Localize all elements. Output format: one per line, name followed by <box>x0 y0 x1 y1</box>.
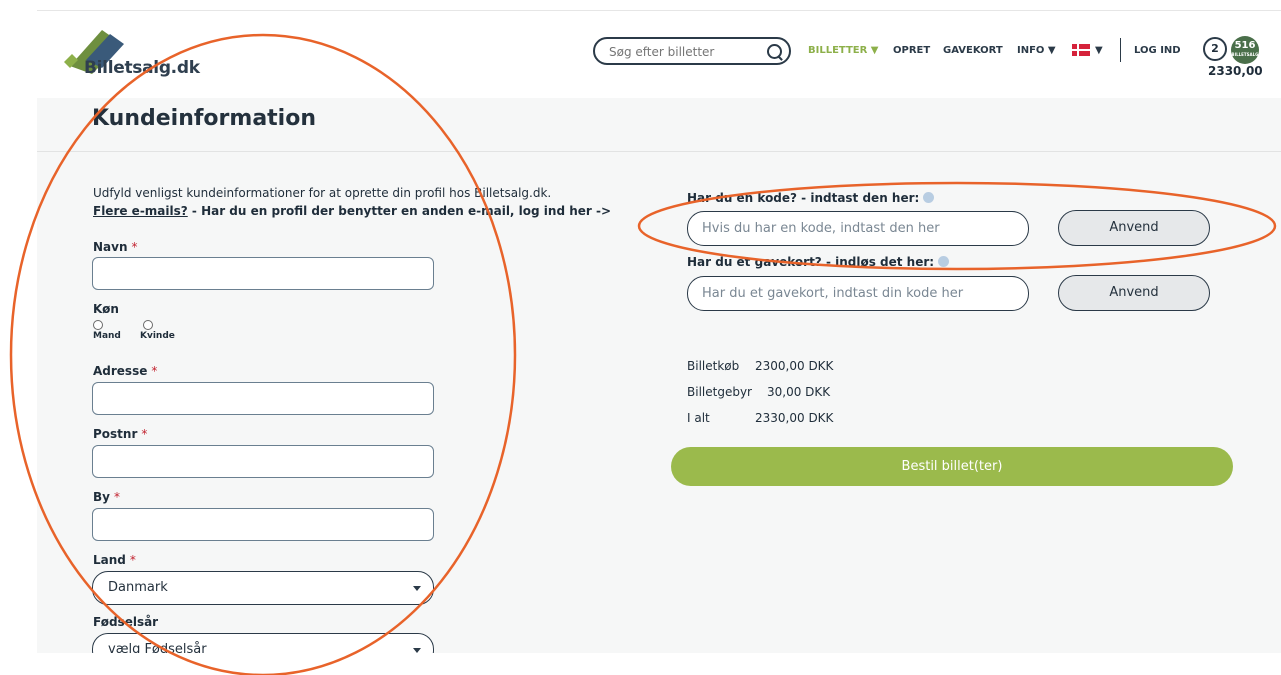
form-annotation-ellipse <box>9 33 517 675</box>
code-annotation-ellipse <box>637 181 1277 271</box>
page: Billetsalg.dk BILLETTER ▼ OPRET GAVEKORT… <box>0 0 1281 675</box>
annotation-overlay <box>9 33 1277 675</box>
